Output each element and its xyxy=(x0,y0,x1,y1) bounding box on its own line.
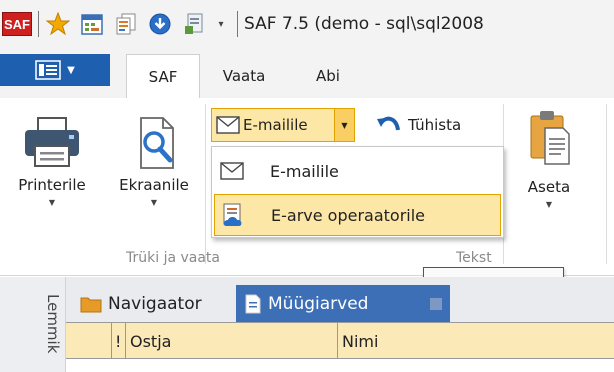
print-button[interactable]: Printerile ▼ xyxy=(2,116,102,207)
group-label-print: Trüki ja vaata xyxy=(126,250,221,266)
chevron-down-icon: ▼ xyxy=(48,198,56,207)
report-icon[interactable] xyxy=(181,11,207,37)
email-dropdown-arrow[interactable]: ▼ xyxy=(334,109,354,141)
document-tabs: Navigaator Müügiarved xyxy=(66,277,614,322)
window-title: SAF 7.5 (demo - sql\sql2008 xyxy=(244,14,484,34)
print-label: Printerile xyxy=(18,176,86,194)
grid-column-header[interactable] xyxy=(66,323,112,359)
chevron-down-icon: ▼ xyxy=(545,200,553,209)
ribbon-tabs: ▼ SAF Vaata Abi xyxy=(0,48,614,98)
documents-icon[interactable] xyxy=(113,11,139,37)
group-label-text: Tekst xyxy=(456,250,492,266)
grid-column-header[interactable]: ! xyxy=(112,323,126,359)
grid-header: ! Ostja Nimi xyxy=(66,323,614,359)
document-icon xyxy=(245,294,261,313)
titlebar-separator xyxy=(237,11,238,37)
tab-saf[interactable]: SAF xyxy=(126,54,200,98)
e-invoice-icon xyxy=(215,202,251,228)
doc-tab-label: Navigaator xyxy=(108,293,202,314)
table-row[interactable] xyxy=(66,359,614,372)
grid-column-header[interactable]: Nimi xyxy=(338,323,614,359)
email-split-button[interactable]: E-mailile ▼ xyxy=(211,108,355,142)
calendar-icon[interactable] xyxy=(79,11,105,37)
title-bar: SAF ▾ SAF 7.5 (demo - sql\sql2008 xyxy=(0,0,614,48)
chevron-down-icon: ▼ xyxy=(67,64,75,76)
menu-icon xyxy=(35,60,61,80)
menu-item-label: E-mailile xyxy=(270,161,339,181)
download-icon[interactable] xyxy=(147,11,173,37)
close-icon[interactable] xyxy=(430,297,442,310)
undo-label: Tühista xyxy=(408,116,462,134)
chevron-down-icon: ▼ xyxy=(341,120,348,130)
folder-icon xyxy=(80,297,102,312)
invoice-grid: ! Ostja Nimi xyxy=(66,322,614,372)
tab-vaata[interactable]: Vaata xyxy=(208,54,280,98)
chevron-down-icon: ▼ xyxy=(150,198,158,207)
paste-button[interactable]: Aseta ▼ xyxy=(514,108,584,209)
preview-button[interactable]: Ekraanile ▼ xyxy=(106,116,202,207)
undo-icon xyxy=(377,116,400,131)
paste-label: Aseta xyxy=(527,178,571,196)
clipboard-icon xyxy=(530,111,570,165)
customize-quick-access-icon[interactable]: ▾ xyxy=(215,11,227,37)
file-menu-button[interactable]: ▼ xyxy=(0,54,110,86)
envelope-icon xyxy=(214,162,250,180)
titlebar-separator xyxy=(38,11,39,37)
envelope-icon xyxy=(216,116,240,134)
print-preview-icon xyxy=(140,117,174,169)
grid-column-header[interactable]: Ostja xyxy=(126,323,338,359)
doc-tab-label: Müügiarved xyxy=(268,293,369,314)
favorites-star-icon[interactable] xyxy=(45,11,71,37)
group-separator xyxy=(606,104,607,264)
menu-item-email[interactable]: E-mailile xyxy=(214,150,501,192)
tab-muugiarved[interactable]: Müügiarved xyxy=(236,285,450,322)
side-panel-label: Lemmik xyxy=(44,294,62,353)
tab-navigaator[interactable]: Navigaator xyxy=(72,285,210,322)
undo-button[interactable]: Tühista xyxy=(376,110,461,140)
email-button[interactable]: E-mailile xyxy=(212,109,334,141)
preview-label: Ekraanile xyxy=(119,176,189,194)
menu-item-label: E-arve operaatorile xyxy=(271,205,426,225)
printer-icon xyxy=(25,117,79,167)
group-separator xyxy=(205,104,206,264)
email-label: E-mailile xyxy=(243,116,308,134)
tab-abi[interactable]: Abi xyxy=(298,54,358,98)
email-dropdown-menu: E-mailile E-arve operaatorile xyxy=(211,146,504,238)
menu-item-e-invoice[interactable]: E-arve operaatorile xyxy=(214,194,501,236)
app-logo: SAF xyxy=(2,12,32,36)
